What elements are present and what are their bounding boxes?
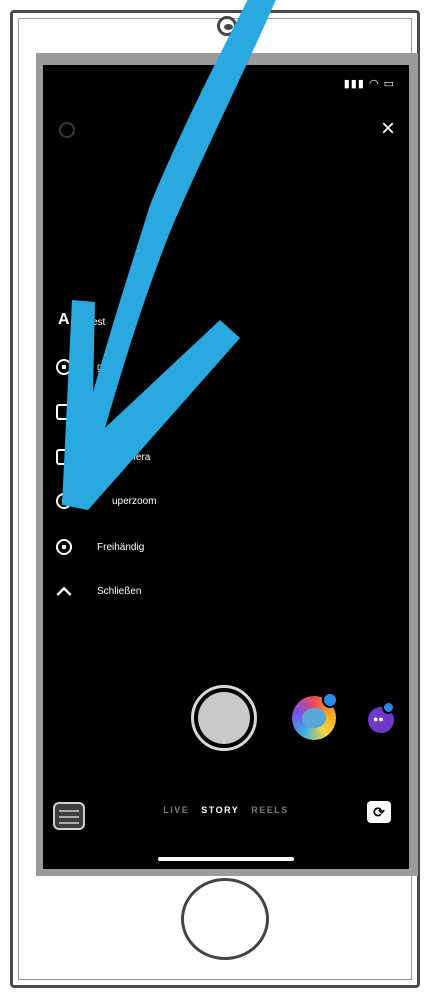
arrow-shaft [65,0,276,500]
annotation-arrow [62,0,276,510]
arrow-head [62,300,240,510]
